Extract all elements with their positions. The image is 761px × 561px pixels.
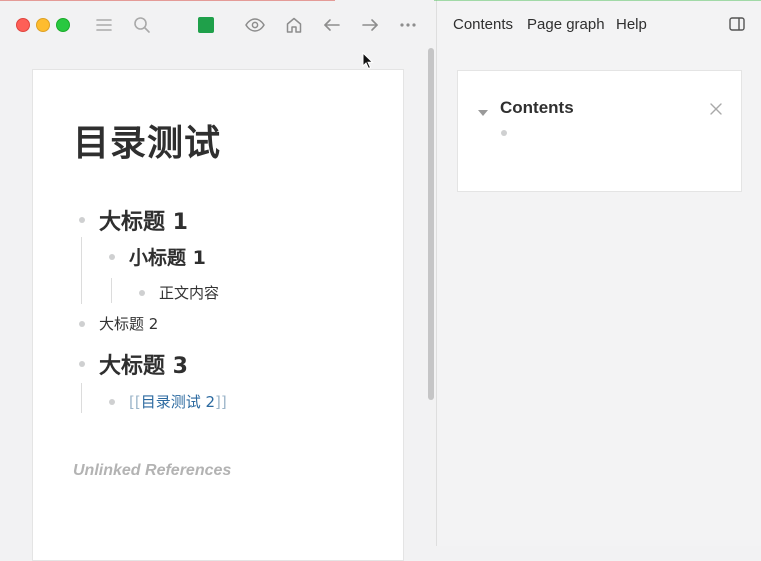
block-heading-2[interactable]: 大标题 2 <box>79 313 158 334</box>
block-text[interactable]: 大标题 3 <box>99 348 188 380</box>
window-zoom-button[interactable] <box>56 18 70 32</box>
menu-contents[interactable]: Contents <box>453 16 513 33</box>
block-heading-3[interactable]: 大标题 3 <box>79 348 188 380</box>
block-page-reference[interactable]: [[目录测试 2]] <box>109 391 227 412</box>
empty-block-bullet[interactable] <box>501 130 507 136</box>
contents-panel-title[interactable]: Contents <box>500 98 574 118</box>
collapse-caret-icon[interactable] <box>478 102 488 121</box>
page-reference-link[interactable]: [[目录测试 2]] <box>129 391 227 412</box>
page-color-icon[interactable] <box>198 17 214 33</box>
main-scrollbar[interactable] <box>428 48 434 400</box>
indent-guide <box>81 237 82 304</box>
search-icon[interactable] <box>131 14 153 36</box>
page-editor: 目录测试 大标题 1 小标题 1 正文内容 大标题 2 大标题 3 [[目录测试… <box>32 69 404 561</box>
menu-help[interactable]: Help <box>616 16 647 33</box>
window-top-border <box>0 0 761 1</box>
block-bullet[interactable] <box>139 289 145 296</box>
indent-guide <box>81 383 82 413</box>
block-text[interactable]: 小标题 1 <box>129 243 206 270</box>
block-bullet[interactable] <box>79 320 85 327</box>
unlinked-references-heading[interactable]: Unlinked References <box>73 462 231 480</box>
block-bullet[interactable] <box>79 217 85 223</box>
block-bullet[interactable] <box>79 361 85 367</box>
arrow-right-icon[interactable] <box>359 14 381 36</box>
close-icon[interactable] <box>710 100 722 119</box>
block-body-text[interactable]: 正文内容 <box>139 282 219 303</box>
indent-guide <box>111 278 112 303</box>
block-text[interactable]: 大标题 2 <box>99 313 158 334</box>
menu-page-graph[interactable]: Page graph <box>527 16 605 33</box>
menu-icon[interactable] <box>93 14 115 36</box>
link-bracket-close: ]] <box>215 393 227 411</box>
arrow-left-icon[interactable] <box>321 14 343 36</box>
block-heading-1[interactable]: 大标题 1 <box>79 204 188 236</box>
window-close-button[interactable] <box>16 18 30 32</box>
block-text[interactable]: 正文内容 <box>159 282 219 303</box>
block-bullet[interactable] <box>109 398 115 405</box>
sidebar-toggle-icon[interactable] <box>726 13 748 35</box>
block-bullet[interactable] <box>109 253 115 260</box>
contents-panel: Contents <box>457 70 742 192</box>
link-text[interactable]: 目录测试 2 <box>141 393 215 411</box>
block-text[interactable]: 大标题 1 <box>99 204 188 236</box>
more-icon[interactable] <box>397 14 419 36</box>
eye-icon[interactable] <box>244 14 266 36</box>
home-icon[interactable] <box>283 14 305 36</box>
page-title[interactable]: 目录测试 <box>73 114 221 166</box>
window-minimize-button[interactable] <box>36 18 50 32</box>
link-bracket-open: [[ <box>129 393 141 411</box>
block-subheading-1[interactable]: 小标题 1 <box>109 243 206 270</box>
